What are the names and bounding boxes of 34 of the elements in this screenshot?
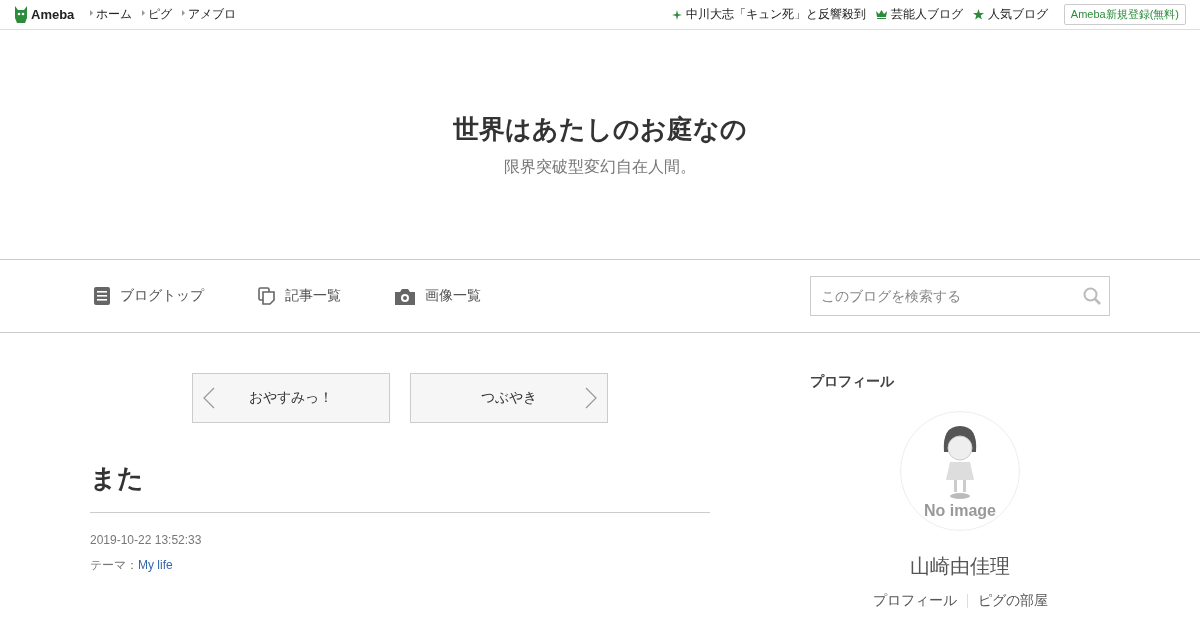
crown-icon	[875, 10, 887, 19]
blog-title[interactable]: 世界はあたしのお庭なの	[453, 111, 747, 147]
blog-nav-link[interactable]: 記事一覧	[258, 287, 341, 305]
profile-link[interactable]: ピグの部屋	[977, 592, 1048, 610]
signup-button[interactable]: Ameba新規登録(無料)	[1063, 4, 1186, 25]
top-right-link[interactable]: 中川大志「キュン死」と反響殺到	[671, 6, 866, 23]
ameba-logo[interactable]: Ameba	[14, 6, 75, 23]
blog-subtitle: 限界突破型変幻自在人間。	[504, 156, 696, 177]
search-icon[interactable]	[1083, 287, 1101, 305]
top-nav-link[interactable]: ホーム	[90, 6, 133, 23]
post-title: また	[90, 461, 710, 513]
top-right-link[interactable]: 人気ブログ	[972, 6, 1048, 23]
chevron-right-icon	[585, 387, 597, 409]
camera-icon	[395, 287, 415, 305]
document-icon	[94, 287, 110, 305]
top-nav-link[interactable]: アメブロ	[182, 6, 237, 23]
chevron-left-icon	[203, 387, 215, 409]
blog-nav-link[interactable]: 画像一覧	[395, 287, 481, 305]
copy-icon	[258, 287, 275, 305]
blog-nav-link[interactable]: ブログトップ	[94, 287, 204, 305]
profile-link[interactable]: プロフィール	[872, 592, 957, 610]
theme-label: テーマ：	[90, 558, 138, 572]
theme-link[interactable]: My life	[138, 558, 173, 572]
next-post-button[interactable]: つぶやき	[410, 373, 608, 423]
profile-heading: プロフィール	[810, 373, 895, 391]
sparkle-icon	[671, 9, 682, 20]
search-field[interactable]: このブログを検索する	[810, 276, 1110, 316]
star-icon	[972, 9, 984, 20]
top-right-link[interactable]: 芸能人ブログ	[875, 6, 963, 23]
post-date: 2019-10-22 13:52:33	[90, 533, 203, 547]
profile-name[interactable]: 山崎由佳理	[810, 553, 1110, 580]
top-nav-link[interactable]: ピグ	[142, 6, 173, 23]
previous-post-button[interactable]: おやすみっ！	[192, 373, 390, 423]
mascot-icon	[14, 6, 28, 23]
